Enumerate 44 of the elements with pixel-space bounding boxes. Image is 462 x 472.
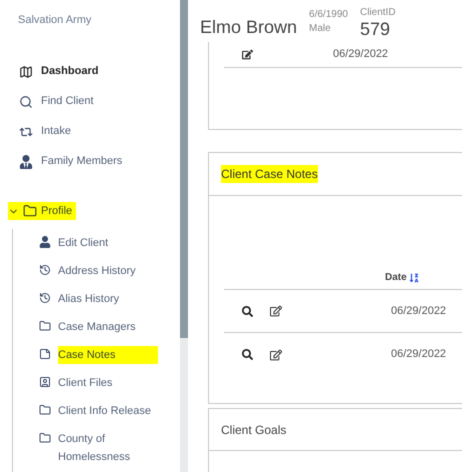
menu-icon <box>39 236 51 248</box>
nav-item[interactable]: Intake <box>19 122 180 140</box>
submenu-item[interactable]: Client Info Release <box>58 402 158 420</box>
submenu-item[interactable]: Case Managers <box>58 318 158 336</box>
nav-item[interactable]: Family Members <box>19 152 180 170</box>
submenu-item[interactable]: Case Notes <box>58 346 158 364</box>
menu-icon <box>39 376 51 388</box>
nav-item[interactable]: Find Client <box>19 92 180 110</box>
birth-date: 6/6/1990 <box>309 8 348 22</box>
column-header[interactable]: Date <box>385 270 419 285</box>
table-cell-text: 06/29/2022 <box>391 304 446 319</box>
submenu-item[interactable]: Alias History <box>58 290 158 308</box>
nav-icon <box>19 64 33 78</box>
submenu-item[interactable]: Address History <box>58 262 158 280</box>
folder-icon <box>23 204 37 218</box>
table-cell-text: 06/29/2022 <box>391 347 446 362</box>
submenu-item[interactable]: Client Files <box>58 374 158 392</box>
id-label: ClientID <box>360 8 396 18</box>
sort-icon <box>408 272 419 282</box>
submenu-item[interactable]: County of Homelessness <box>58 430 158 466</box>
scrollbar[interactable] <box>180 0 188 472</box>
menu-icon <box>39 320 51 332</box>
nav-icon <box>19 154 33 168</box>
menu-icon <box>39 348 51 360</box>
menu-icon <box>39 264 51 276</box>
table-cell-text: 06/29/2022 <box>333 47 388 62</box>
profile-item[interactable]: Profile <box>8 202 76 220</box>
menu-icon <box>39 404 51 416</box>
sex-label: Male <box>309 22 332 36</box>
client-id: 579 <box>360 20 392 38</box>
nav-icon <box>19 94 33 108</box>
menu-icon <box>39 292 51 304</box>
edit-icon[interactable] <box>270 348 282 360</box>
menu-icon <box>39 432 51 444</box>
edit-icon[interactable] <box>242 49 253 60</box>
search-icon[interactable] <box>242 306 253 316</box>
nav-item[interactable]: Dashboard <box>19 62 180 80</box>
org-name: Salvation Army <box>18 13 92 28</box>
submenu-item[interactable]: Edit Client <box>58 234 158 252</box>
client-name: Elmo Brown <box>200 16 298 39</box>
card-title: Client Case Notes <box>221 165 318 183</box>
edit-icon[interactable] <box>270 305 282 317</box>
search-icon[interactable] <box>242 349 253 360</box>
card-title: Client Goals <box>221 422 286 438</box>
